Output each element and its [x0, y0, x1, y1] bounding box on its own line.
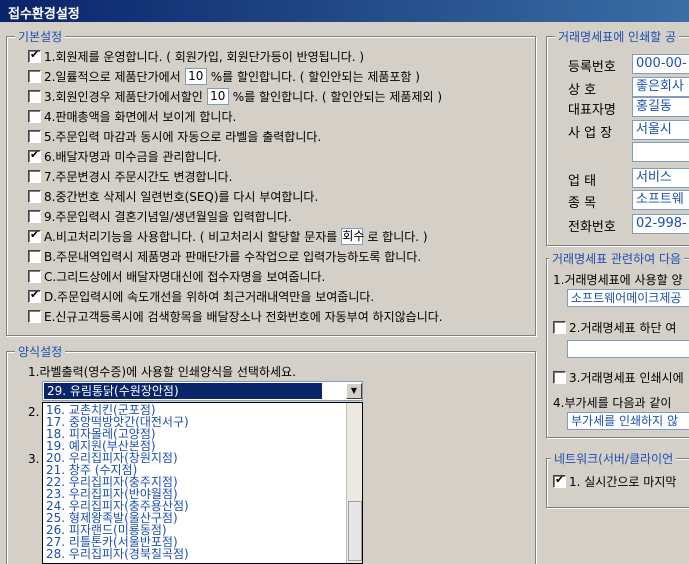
- scrollbar-thumb[interactable]: [348, 501, 362, 561]
- basic-setting-checkbox[interactable]: [28, 249, 41, 263]
- print-style-dropdown-list[interactable]: 16. 교촌치킨(군포점) 17. 중앙떡방앗간(대전서구) 18. 피자몰레(고양…: [42, 402, 363, 564]
- invoice-field-input[interactable]: 02-998-: [632, 214, 689, 234]
- invoice-field-input[interactable]: 서비스: [632, 168, 689, 188]
- network-item1-checkbox[interactable]: [553, 473, 566, 488]
- basic-setting-value-input[interactable]: 회수: [341, 227, 364, 245]
- basic-setting-row[interactable]: 3.회원인경우 제품단가에서할인 10 %를 할인합니다. ( 할인안되는 제품제외…: [28, 87, 442, 105]
- basic-setting-label-suffix: 로 합니다. ): [367, 229, 428, 244]
- basic-setting-checkbox[interactable]: [28, 309, 41, 323]
- invoice-related-item4: 4.부가세를 다음과 같이: [553, 396, 672, 410]
- network-legend: 네트워크(서버/클라이언: [551, 450, 677, 467]
- basic-setting-row[interactable]: 6.배달자명과 미수금을 관리합니다.: [28, 147, 221, 165]
- invoice-field-input[interactable]: 소프트웨: [632, 190, 689, 210]
- basic-setting-label: B.주문내역입력시 제품명과 판매단가를 수작업으로 입력가능하도록 합니다.: [44, 249, 422, 264]
- invoice-related-item2-checkbox[interactable]: [553, 320, 566, 334]
- basic-setting-label: 6.배달자명과 미수금을 관리합니다.: [44, 149, 222, 164]
- basic-setting-row[interactable]: C.그리드상에서 배달자명대신에 접수자명을 보여줍니다.: [28, 267, 325, 285]
- invoice-legend: 거래명세표에 인쇄할 공: [555, 28, 680, 45]
- dropdown-option[interactable]: 28. 우리집피자(경북칠곡점): [43, 548, 362, 560]
- print-style-legend: 양식설정: [15, 343, 66, 360]
- basic-setting-label: 9.주문입력시 결혼기념일/생년월일을 입력합니다.: [44, 209, 292, 224]
- invoice-field-input[interactable]: 홍길동: [632, 97, 689, 117]
- basic-setting-checkbox[interactable]: [28, 169, 41, 183]
- basic-setting-row[interactable]: D.주문입력시에 속도개선을 위하여 최근거래내역만을 보여줍니다.: [28, 287, 374, 305]
- invoice-field-label: 상 호: [568, 83, 597, 98]
- invoice-field-input[interactable]: 서울시: [632, 120, 689, 140]
- print-style-selected: 29. 유림통닭(수원장안점): [44, 383, 322, 399]
- invoice-related-item3-checkbox[interactable]: [553, 370, 566, 384]
- print-style-dropdown-button[interactable]: ▼: [346, 383, 362, 399]
- dropdown-scrollbar[interactable]: [346, 403, 362, 563]
- invoice-field-label: 대표자명: [568, 103, 616, 118]
- invoice-related-item3[interactable]: 3.거래명세표 인쇄시에: [553, 368, 684, 386]
- basic-setting-checkbox[interactable]: [28, 269, 41, 283]
- basic-setting-row[interactable]: E.신규고객등록시에 검색항목을 배달장소나 전화번호에 자동부여 하지않습니다…: [28, 307, 443, 325]
- print-style-select[interactable]: 29. 유림통닭(수원장안점): [42, 381, 363, 401]
- basic-setting-row[interactable]: 4.판매총액을 화면에서 보이게 합니다.: [28, 107, 236, 125]
- print-style-label-2: 2.: [28, 405, 40, 419]
- basic-settings-legend: 기본설정: [15, 28, 66, 45]
- basic-setting-row[interactable]: 2.일률적으로 제품단가에서 10 %를 할인합니다. ( 할인안되는 제품포함 ): [28, 67, 420, 85]
- basic-setting-row[interactable]: 1.회원제를 운영합니다. ( 회원가입, 회원단가등이 반영됩니다. ): [28, 47, 364, 65]
- invoice-field-label: 업 태: [568, 174, 597, 189]
- basic-setting-label: 3.회원인경우 제품단가에서할인: [44, 89, 203, 104]
- basic-setting-label: 1.회원제를 운영합니다. ( 회원가입, 회원단가등이 반영됩니다. ): [44, 49, 365, 64]
- invoice-related-legend: 거래명세표 관련하여 다음: [549, 250, 685, 267]
- basic-setting-label: 5.주문입력 마감과 동시에 자동으로 라벨을 출력합니다.: [44, 129, 322, 144]
- network-item1[interactable]: 1. 실시간으로 마지막: [553, 472, 676, 490]
- basic-setting-row[interactable]: 7.주문변경시 주문시간도 변경합니다.: [28, 167, 233, 185]
- invoice-field-label: 사 업 장: [568, 126, 613, 141]
- basic-setting-checkbox[interactable]: [28, 48, 41, 63]
- print-style-label-3: 3.: [28, 452, 40, 466]
- invoice-related-item1: 1.거래명세표에 사용할 양: [553, 273, 683, 287]
- invoice-field-input[interactable]: [632, 142, 689, 162]
- basic-setting-checkbox[interactable]: [28, 228, 41, 243]
- invoice-field-input[interactable]: 좋은회사: [632, 77, 689, 97]
- print-style-prompt: 1.라벨출력(영수증)에 사용할 인쇄양식을 선택하세요.: [28, 365, 296, 379]
- basic-setting-checkbox[interactable]: [28, 129, 41, 143]
- basic-setting-value-input[interactable]: 10: [206, 87, 229, 105]
- invoice-related-item2-field[interactable]: [567, 340, 689, 358]
- invoice-related-item4-field[interactable]: 부가세를 인쇄하지 않: [567, 412, 689, 430]
- basic-setting-row[interactable]: 9.주문입력시 결혼기념일/생년월일을 입력합니다.: [28, 207, 292, 225]
- basic-setting-label: 8.중간번호 삭제시 일련번호(SEQ)를 다시 부여합니다.: [44, 189, 319, 204]
- basic-setting-label: 2.일률적으로 제품단가에서: [44, 69, 181, 84]
- basic-setting-value-input[interactable]: 10: [184, 67, 207, 85]
- basic-setting-checkbox[interactable]: [28, 109, 41, 123]
- dropdown-items: 16. 교촌치킨(군포점) 17. 중앙떡방앗간(대전서구) 18. 피자몰레(고양…: [43, 403, 362, 560]
- basic-setting-label: C.그리드상에서 배달자명대신에 접수자명을 보여줍니다.: [44, 269, 326, 284]
- basic-setting-label-suffix: %를 할인합니다. ( 할인안되는 제품제외 ): [232, 89, 443, 104]
- basic-setting-checkbox[interactable]: [28, 69, 41, 83]
- basic-setting-label-suffix: %를 할인합니다. ( 할인안되는 제품포함 ): [210, 69, 420, 84]
- basic-setting-row[interactable]: A.비고처리기능을 사용합니다. ( 비고처리시 할당할 문자를회수로 합니다.…: [28, 227, 428, 245]
- basic-setting-label: 7.주문변경시 주문시간도 변경합니다.: [44, 169, 233, 184]
- basic-setting-label: A.비고처리기능을 사용합니다. ( 비고처리시 할당할 문자를: [44, 229, 338, 244]
- invoice-field-label: 종 목: [568, 196, 597, 211]
- basic-setting-row[interactable]: 8.중간번호 삭제시 일련번호(SEQ)를 다시 부여합니다.: [28, 187, 318, 205]
- basic-setting-row[interactable]: 5.주문입력 마감과 동시에 자동으로 라벨을 출력합니다.: [28, 127, 321, 145]
- basic-setting-checkbox[interactable]: [28, 209, 41, 223]
- invoice-related-item1-field[interactable]: 소프트웨어메이크제공: [567, 289, 689, 307]
- basic-setting-checkbox[interactable]: [28, 89, 41, 103]
- basic-setting-checkbox[interactable]: [28, 148, 41, 163]
- invoice-field-input[interactable]: 000-00-: [632, 54, 689, 74]
- invoice-field-label: 등록번호: [568, 60, 616, 75]
- window-title: 접수환경설정: [0, 0, 689, 22]
- invoice-field-label: 전화번호: [568, 220, 616, 235]
- basic-setting-checkbox[interactable]: [28, 189, 41, 203]
- invoice-related-item2[interactable]: 2.거래명세표 하단 여: [553, 318, 676, 336]
- basic-setting-label: E.신규고객등록시에 검색항목을 배달장소나 전화번호에 자동부여 하지않습니다…: [44, 309, 443, 324]
- basic-setting-checkbox[interactable]: [28, 288, 41, 303]
- basic-setting-label: 4.판매총액을 화면에서 보이게 합니다.: [44, 109, 237, 124]
- basic-setting-row[interactable]: B.주문내역입력시 제품명과 판매단가를 수작업으로 입력가능하도록 합니다.: [28, 247, 421, 265]
- basic-setting-label: D.주문입력시에 속도개선을 위하여 최근거래내역만을 보여줍니다.: [44, 289, 375, 304]
